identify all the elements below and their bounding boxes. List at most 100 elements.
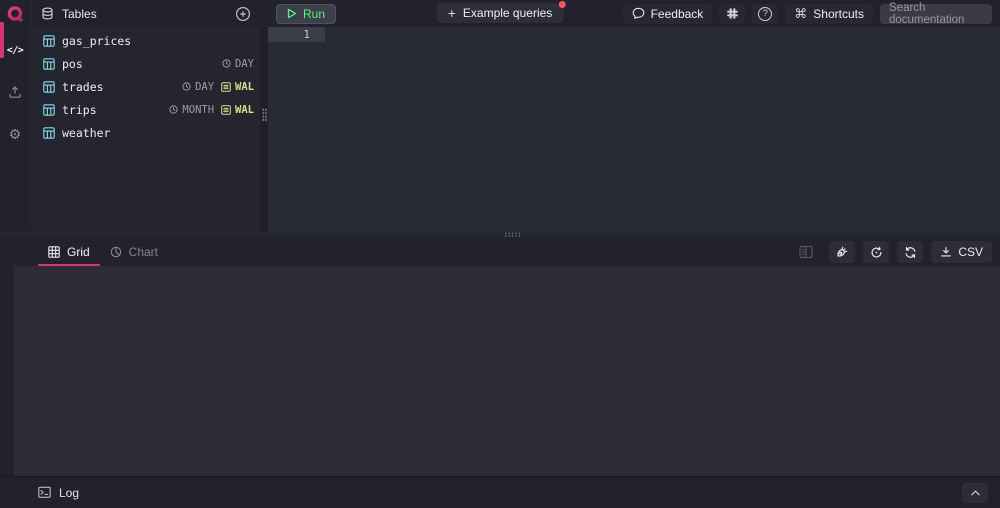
reset-grid-button[interactable] (863, 241, 889, 263)
command-icon: ⌘ (794, 6, 807, 22)
wal-badge: WAL (221, 104, 254, 116)
speech-bubble-icon (632, 7, 645, 20)
sql-editor[interactable]: 1 (268, 27, 1000, 231)
table-icon (43, 81, 55, 93)
run-button-label: Run (303, 7, 325, 21)
log-label: Log (59, 486, 79, 500)
jump-to-latest-button[interactable] (829, 241, 855, 263)
log-header: Log (38, 486, 79, 500)
database-icon (41, 7, 54, 20)
feedback-button[interactable]: Feedback (623, 4, 713, 24)
table-row-trips[interactable]: trips MONTH WAL (30, 98, 260, 121)
partition-label: DAY (195, 81, 214, 93)
table-name: trades (62, 80, 104, 94)
tab-chart[interactable]: Chart (100, 238, 168, 266)
search-documentation-placeholder: Search documentation (889, 2, 983, 26)
play-icon (287, 8, 297, 19)
toggle-columns-button[interactable] (799, 245, 813, 259)
table-icon (43, 127, 55, 139)
table-icon (43, 104, 55, 116)
settings-nav-button[interactable]: ⚙ (0, 119, 30, 149)
wal-icon (221, 105, 231, 115)
help-icon: ? (758, 7, 772, 21)
code-icon: </> (7, 45, 24, 56)
active-view-indicator (0, 22, 4, 58)
tables-header-label: Tables (62, 7, 97, 21)
gear-icon: ⚙ (9, 126, 22, 143)
sql-console-nav-button[interactable]: </> (0, 35, 30, 65)
download-icon (940, 246, 952, 258)
upload-icon (8, 85, 22, 99)
slack-icon (726, 7, 739, 20)
wal-label: WAL (235, 104, 254, 116)
example-queries-button[interactable]: + Example queries (437, 3, 564, 23)
pie-chart-icon (110, 246, 122, 258)
refresh-icon (904, 246, 917, 259)
history-icon (870, 246, 883, 259)
table-icon (43, 35, 55, 47)
notification-dot (558, 1, 565, 8)
feedback-label: Feedback (651, 7, 704, 21)
refresh-button[interactable] (897, 241, 923, 263)
table-name: pos (62, 57, 83, 71)
download-csv-button[interactable]: CSV (931, 241, 992, 263)
results-toolbar: Grid Chart (0, 238, 1000, 266)
clock-icon (169, 105, 178, 114)
tables-panel: gas_prices pos DAY trades (30, 27, 260, 231)
editor-active-line-gutter: 1 (268, 27, 325, 42)
questdb-console: Tables Run + Example queries Fee (0, 0, 1000, 508)
wal-label: WAL (235, 81, 254, 93)
log-bar: Log (0, 476, 1000, 508)
table-icon (43, 58, 55, 70)
partition-badge: DAY (182, 81, 214, 93)
shortcuts-button[interactable]: ⌘ Shortcuts (785, 4, 873, 24)
table-row-trades[interactable]: trades DAY WAL (30, 75, 260, 98)
partition-label: DAY (235, 58, 254, 70)
clock-icon (182, 82, 191, 91)
help-button[interactable]: ? (752, 4, 778, 24)
grid-tab-label: Grid (67, 245, 90, 259)
partition-badge: DAY (222, 58, 254, 70)
import-nav-button[interactable] (0, 77, 30, 107)
search-documentation-input[interactable]: Search documentation (880, 4, 992, 24)
tables-panel-header: Tables (30, 0, 260, 27)
clock-icon (222, 59, 231, 68)
help-glyph: ? (763, 8, 768, 19)
table-name: weather (62, 126, 110, 140)
add-circle-icon (235, 6, 251, 22)
results-tabs: Grid Chart (38, 238, 168, 266)
grid-icon (48, 246, 60, 258)
table-row-gas-prices[interactable]: gas_prices (30, 29, 260, 52)
rocket-icon (832, 242, 852, 262)
collapse-log-button[interactable] (962, 483, 988, 503)
partition-label: MONTH (182, 104, 214, 116)
table-row-pos[interactable]: pos DAY (30, 52, 260, 75)
drag-handle-icon (262, 108, 267, 122)
line-number: 1 (303, 28, 310, 41)
results-grid-body (14, 266, 1000, 476)
wal-badge: WAL (221, 81, 254, 93)
plus-icon: + (448, 6, 456, 20)
table-name: trips (62, 103, 97, 117)
terminal-icon (38, 486, 51, 499)
top-bar: Tables Run + Example queries Fee (0, 0, 1000, 27)
add-table-button[interactable] (234, 5, 252, 23)
results-toolbar-right: CSV (799, 241, 992, 263)
columns-icon (799, 245, 813, 259)
tab-grid[interactable]: Grid (38, 238, 100, 266)
shortcuts-label: Shortcuts (813, 7, 864, 21)
partition-badge: MONTH (169, 104, 214, 116)
slack-button[interactable] (719, 4, 745, 24)
chart-tab-label: Chart (129, 245, 158, 259)
questdb-logo-icon (5, 4, 25, 24)
wal-icon (221, 82, 231, 92)
chevron-up-icon (970, 489, 981, 497)
editor-results-splitter[interactable] (0, 231, 1000, 238)
run-button[interactable]: Run (276, 4, 336, 24)
csv-label: CSV (958, 245, 983, 259)
tables-editor-splitter[interactable] (260, 27, 268, 231)
example-queries-label: Example queries (463, 6, 552, 20)
table-row-weather[interactable]: weather (30, 121, 260, 144)
questdb-logo[interactable] (0, 0, 30, 27)
side-rail: </> ⚙ (0, 27, 30, 231)
